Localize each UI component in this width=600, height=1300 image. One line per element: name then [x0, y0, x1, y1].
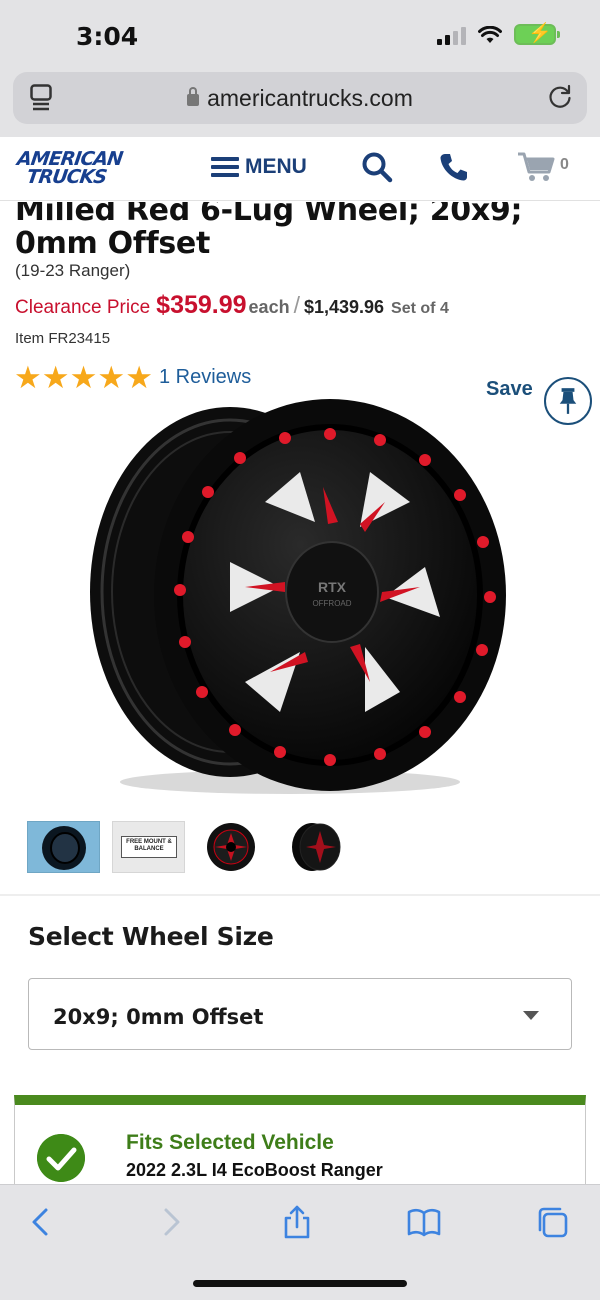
- search-icon[interactable]: [361, 151, 393, 183]
- rating-stars[interactable]: ★ ★ ★ ★ ★ 1 Reviews: [14, 362, 251, 393]
- home-indicator: [193, 1280, 407, 1287]
- unit-price: $359.99: [156, 291, 247, 319]
- wheel-logo-sub: OFFROAD: [312, 599, 351, 608]
- thumbnail-1[interactable]: [27, 821, 100, 873]
- reload-icon[interactable]: [547, 84, 573, 110]
- star-icon: ★: [69, 360, 98, 395]
- wheel-size-select[interactable]: 20x9; 0mm Offset: [28, 978, 572, 1050]
- section-divider: [0, 894, 600, 896]
- pin-icon: [559, 388, 577, 414]
- thumbnail-2[interactable]: FREE MOUNT & BALANCE: [112, 821, 185, 873]
- checkmark-icon: [37, 1134, 85, 1182]
- browser-chrome: 3:04 ⚡ americantrucks.com: [0, 0, 600, 137]
- star-icon: ★: [125, 360, 153, 395]
- thumbnail-4[interactable]: [288, 821, 346, 873]
- cart-icon[interactable]: [516, 151, 556, 183]
- wifi-icon: [478, 25, 502, 43]
- fits-vehicle-title: Fits Selected Vehicle: [126, 1131, 334, 1154]
- wheel-logo-text: RTX: [318, 579, 347, 595]
- status-time: 3:04: [76, 22, 139, 51]
- status-icons: ⚡: [437, 23, 560, 45]
- star-icon: ★: [14, 360, 42, 395]
- price-divider: /: [293, 292, 300, 318]
- url-display[interactable]: americantrucks.com: [13, 85, 587, 112]
- lock-icon: [187, 87, 200, 106]
- dropdown-caret-icon: [523, 1011, 539, 1020]
- address-bar[interactable]: americantrucks.com: [13, 72, 587, 124]
- battery-charging-icon: ⚡: [514, 23, 560, 45]
- set-price: $1,439.96: [303, 297, 385, 317]
- star-icon: ★: [97, 360, 126, 395]
- forward-icon[interactable]: [154, 1205, 188, 1239]
- bookmarks-icon[interactable]: [407, 1205, 441, 1239]
- wheel-size-value: 20x9; 0mm Offset: [53, 1005, 264, 1029]
- fitment-box: Fits Selected Vehicle 2022 2.3L I4 EcoBo…: [14, 1095, 586, 1184]
- tabs-icon[interactable]: [535, 1205, 569, 1239]
- star-icon: ★: [41, 360, 70, 395]
- back-icon[interactable]: [24, 1205, 58, 1239]
- clearance-label: Clearance Price: [15, 297, 151, 318]
- menu-button[interactable]: MENU: [211, 155, 307, 179]
- item-number: Item FR23415: [15, 330, 111, 347]
- thumbnail-strip: FREE MOUNT & BALANCE: [27, 821, 587, 873]
- save-pin-button[interactable]: [544, 377, 592, 425]
- set-label: Set of 4: [391, 300, 449, 317]
- each-label: each: [248, 297, 290, 317]
- share-icon[interactable]: [280, 1205, 314, 1239]
- product-page: Milled Red 6-Lug Wheel; 20x9; 0mm Offset…: [0, 202, 600, 1184]
- reviews-link[interactable]: 1 Reviews: [159, 366, 251, 389]
- url-text: americantrucks.com: [207, 85, 413, 111]
- phone-icon[interactable]: [438, 151, 470, 183]
- logo-line2: TRUCKS: [25, 166, 108, 188]
- cart-count: 0: [560, 156, 569, 173]
- selected-vehicle: 2022 2.3L I4 EcoBoost Ranger: [126, 1160, 383, 1180]
- menu-label: MENU: [245, 155, 307, 178]
- american-trucks-logo[interactable]: AMERICAN TRUCKS: [13, 148, 124, 188]
- hamburger-icon: [211, 157, 239, 177]
- thumbnail-badge: FREE MOUNT & BALANCE: [121, 836, 177, 858]
- wheel-product-image[interactable]: RTX OFFROAD: [80, 392, 520, 802]
- price-row: Clearance Price $359.99 each / $1,439.96…: [15, 291, 449, 320]
- fitment-years: (19-23 Ranger): [15, 261, 131, 280]
- select-wheel-size-label: Select Wheel Size: [28, 922, 274, 951]
- site-header: AMERICAN TRUCKS MENU 0: [0, 137, 600, 201]
- thumbnail-3[interactable]: [202, 821, 260, 873]
- product-title: Milled Red 6-Lug Wheel; 20x9; 0mm Offset: [15, 202, 523, 261]
- cellular-signal-icon: [437, 25, 466, 45]
